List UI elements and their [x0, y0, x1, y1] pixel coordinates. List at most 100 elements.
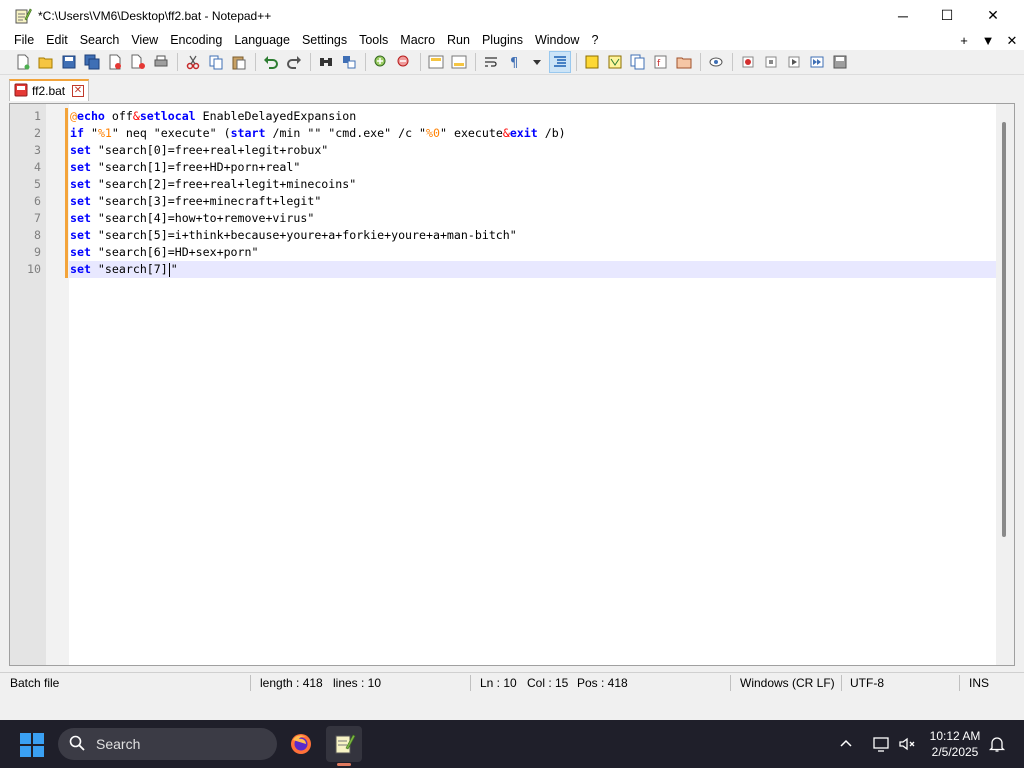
- find-icon[interactable]: [315, 51, 337, 73]
- menu-window[interactable]: Window: [529, 31, 585, 50]
- close-file-icon[interactable]: [104, 51, 126, 73]
- menu-search[interactable]: Search: [74, 31, 126, 50]
- monitoring-eye-icon[interactable]: [705, 51, 727, 73]
- document-map-icon[interactable]: [604, 51, 626, 73]
- status-divider: [250, 675, 251, 691]
- close-tab-icon[interactable]: ✕: [1000, 33, 1024, 49]
- zoom-in-icon[interactable]: [370, 51, 392, 73]
- user-defined-language-icon[interactable]: [581, 51, 603, 73]
- code-line[interactable]: 7 set "search[4]=how+to+remove+virus": [34, 210, 996, 227]
- macro-stop-icon[interactable]: [760, 51, 782, 73]
- paste-icon[interactable]: [228, 51, 250, 73]
- print-icon[interactable]: [150, 51, 172, 73]
- copy-icon[interactable]: [205, 51, 227, 73]
- macro-run-multiple-icon[interactable]: [806, 51, 828, 73]
- code-token: set: [70, 177, 91, 191]
- menu-run[interactable]: Run: [441, 31, 476, 50]
- zoom-out-icon[interactable]: [393, 51, 415, 73]
- close-button[interactable]: ✕: [970, 0, 1016, 31]
- code-line[interactable]: 9 set "search[6]=HD+sex+porn": [34, 244, 996, 261]
- new-tab-plus-icon[interactable]: +: [952, 33, 976, 48]
- menu-file[interactable]: File: [8, 31, 40, 50]
- macro-record-icon[interactable]: [737, 51, 759, 73]
- cut-icon[interactable]: [182, 51, 204, 73]
- toolbar-separator: [700, 53, 701, 71]
- code-line[interactable]: 3 set "search[0]=free+real+legit+robux": [34, 142, 996, 159]
- menu-language[interactable]: Language: [228, 31, 296, 50]
- macro-play-icon[interactable]: [783, 51, 805, 73]
- tab-list-dropdown-icon[interactable]: ▼: [976, 33, 1000, 48]
- show-all-characters-icon[interactable]: ¶: [503, 51, 525, 73]
- status-encoding[interactable]: UTF-8: [850, 676, 884, 690]
- line-number: 2: [34, 126, 41, 140]
- replace-icon[interactable]: [338, 51, 360, 73]
- code-text: if "%1" neq "execute" (start /min "" "cm…: [70, 125, 566, 142]
- menu-macro[interactable]: Macro: [394, 31, 441, 50]
- minimize-button[interactable]: ─: [880, 0, 926, 31]
- menu-help[interactable]: ?: [585, 31, 604, 50]
- maximize-button[interactable]: ☐: [924, 0, 970, 31]
- system-clock[interactable]: 10:12 AM 2/5/2025: [920, 728, 990, 760]
- code-token: set: [70, 143, 91, 157]
- menu-view[interactable]: View: [125, 31, 164, 50]
- code-text: set "search[7] ": [70, 261, 178, 278]
- code-line[interactable]: 4 set "search[1]=free+HD+porn+real": [34, 159, 996, 176]
- macro-save-icon[interactable]: [829, 51, 851, 73]
- code-area[interactable]: 1 @echo off&setlocal EnableDelayedExpansi…: [27, 104, 996, 665]
- save-all-icon[interactable]: [81, 51, 103, 73]
- firefox-taskbar-icon[interactable]: [283, 726, 319, 762]
- code-line[interactable]: 5 set "search[2]=free+real+legit+minecoin…: [34, 176, 996, 193]
- menu-edit[interactable]: Edit: [40, 31, 74, 50]
- network-icon[interactable]: [872, 720, 890, 768]
- editor[interactable]: 1 @echo off&setlocal EnableDelayedExpansi…: [9, 103, 1015, 666]
- notification-bell-icon[interactable]: [988, 720, 1006, 768]
- tray-chevron-icon[interactable]: [838, 720, 854, 768]
- code-token: set: [70, 228, 91, 242]
- menu-settings[interactable]: Settings: [296, 31, 353, 50]
- document-list-icon[interactable]: [627, 51, 649, 73]
- function-list-icon[interactable]: f: [650, 51, 672, 73]
- code-line[interactable]: 6 set "search[3]=free+minecraft+legit": [34, 193, 996, 210]
- tab-label: ff2.bat: [32, 84, 66, 98]
- status-eol[interactable]: Windows (CR LF): [740, 676, 835, 690]
- menu-tools[interactable]: Tools: [353, 31, 394, 50]
- sync-vertical-icon[interactable]: [425, 51, 447, 73]
- toolbar-separator: [576, 53, 577, 71]
- close-all-icon[interactable]: [127, 51, 149, 73]
- title-bar[interactable]: *C:\Users\VM6\Desktop\ff2.bat - Notepad+…: [0, 0, 1024, 31]
- new-file-icon[interactable]: [12, 51, 34, 73]
- code-line[interactable]: 1 @echo off&setlocal EnableDelayedExpansi…: [34, 108, 996, 125]
- code-token: "search[3]=free+minecraft+legit": [90, 194, 322, 208]
- status-ln: Ln : 10: [480, 676, 517, 690]
- undo-icon[interactable]: [260, 51, 282, 73]
- redo-icon[interactable]: [283, 51, 305, 73]
- tab-close-icon[interactable]: ✕: [72, 85, 84, 97]
- vertical-scrollbar[interactable]: [996, 104, 1014, 665]
- windows-start-icon[interactable]: [20, 733, 44, 757]
- tab-ff2-bat[interactable]: ff2.bat ✕: [9, 79, 89, 101]
- volume-muted-icon[interactable]: [898, 720, 916, 768]
- code-token: "search[2]=free+real+legit+minecoins": [90, 177, 357, 191]
- toolbar-separator: [255, 53, 256, 71]
- code-line[interactable]: 10 set "search[7] ": [27, 261, 996, 278]
- indent-guide-dropdown-icon[interactable]: [526, 51, 548, 73]
- scrollbar-thumb[interactable]: [1002, 122, 1006, 537]
- word-wrap-icon[interactable]: [480, 51, 502, 73]
- menu-encoding[interactable]: Encoding: [164, 31, 228, 50]
- sync-horizontal-icon[interactable]: [448, 51, 470, 73]
- open-file-icon[interactable]: [35, 51, 57, 73]
- toolbar-separator: [177, 53, 178, 71]
- menu-plugins[interactable]: Plugins: [476, 31, 529, 50]
- indent-guide-icon[interactable]: [549, 51, 571, 73]
- status-insert-mode[interactable]: INS: [969, 676, 989, 690]
- change-marker: [65, 176, 68, 193]
- taskbar-search[interactable]: Search: [58, 728, 277, 760]
- code-line[interactable]: 2 if "%1" neq "execute" (start /min "" "c…: [34, 125, 996, 142]
- save-icon[interactable]: [58, 51, 80, 73]
- notepadpp-taskbar-icon[interactable]: [326, 726, 362, 762]
- status-divider: [959, 675, 960, 691]
- folder-as-workspace-icon[interactable]: [673, 51, 695, 73]
- change-marker: [65, 125, 68, 142]
- code-line[interactable]: 8 set "search[5]=i+think+because+youre+a+…: [34, 227, 996, 244]
- line-number: 3: [34, 143, 41, 157]
